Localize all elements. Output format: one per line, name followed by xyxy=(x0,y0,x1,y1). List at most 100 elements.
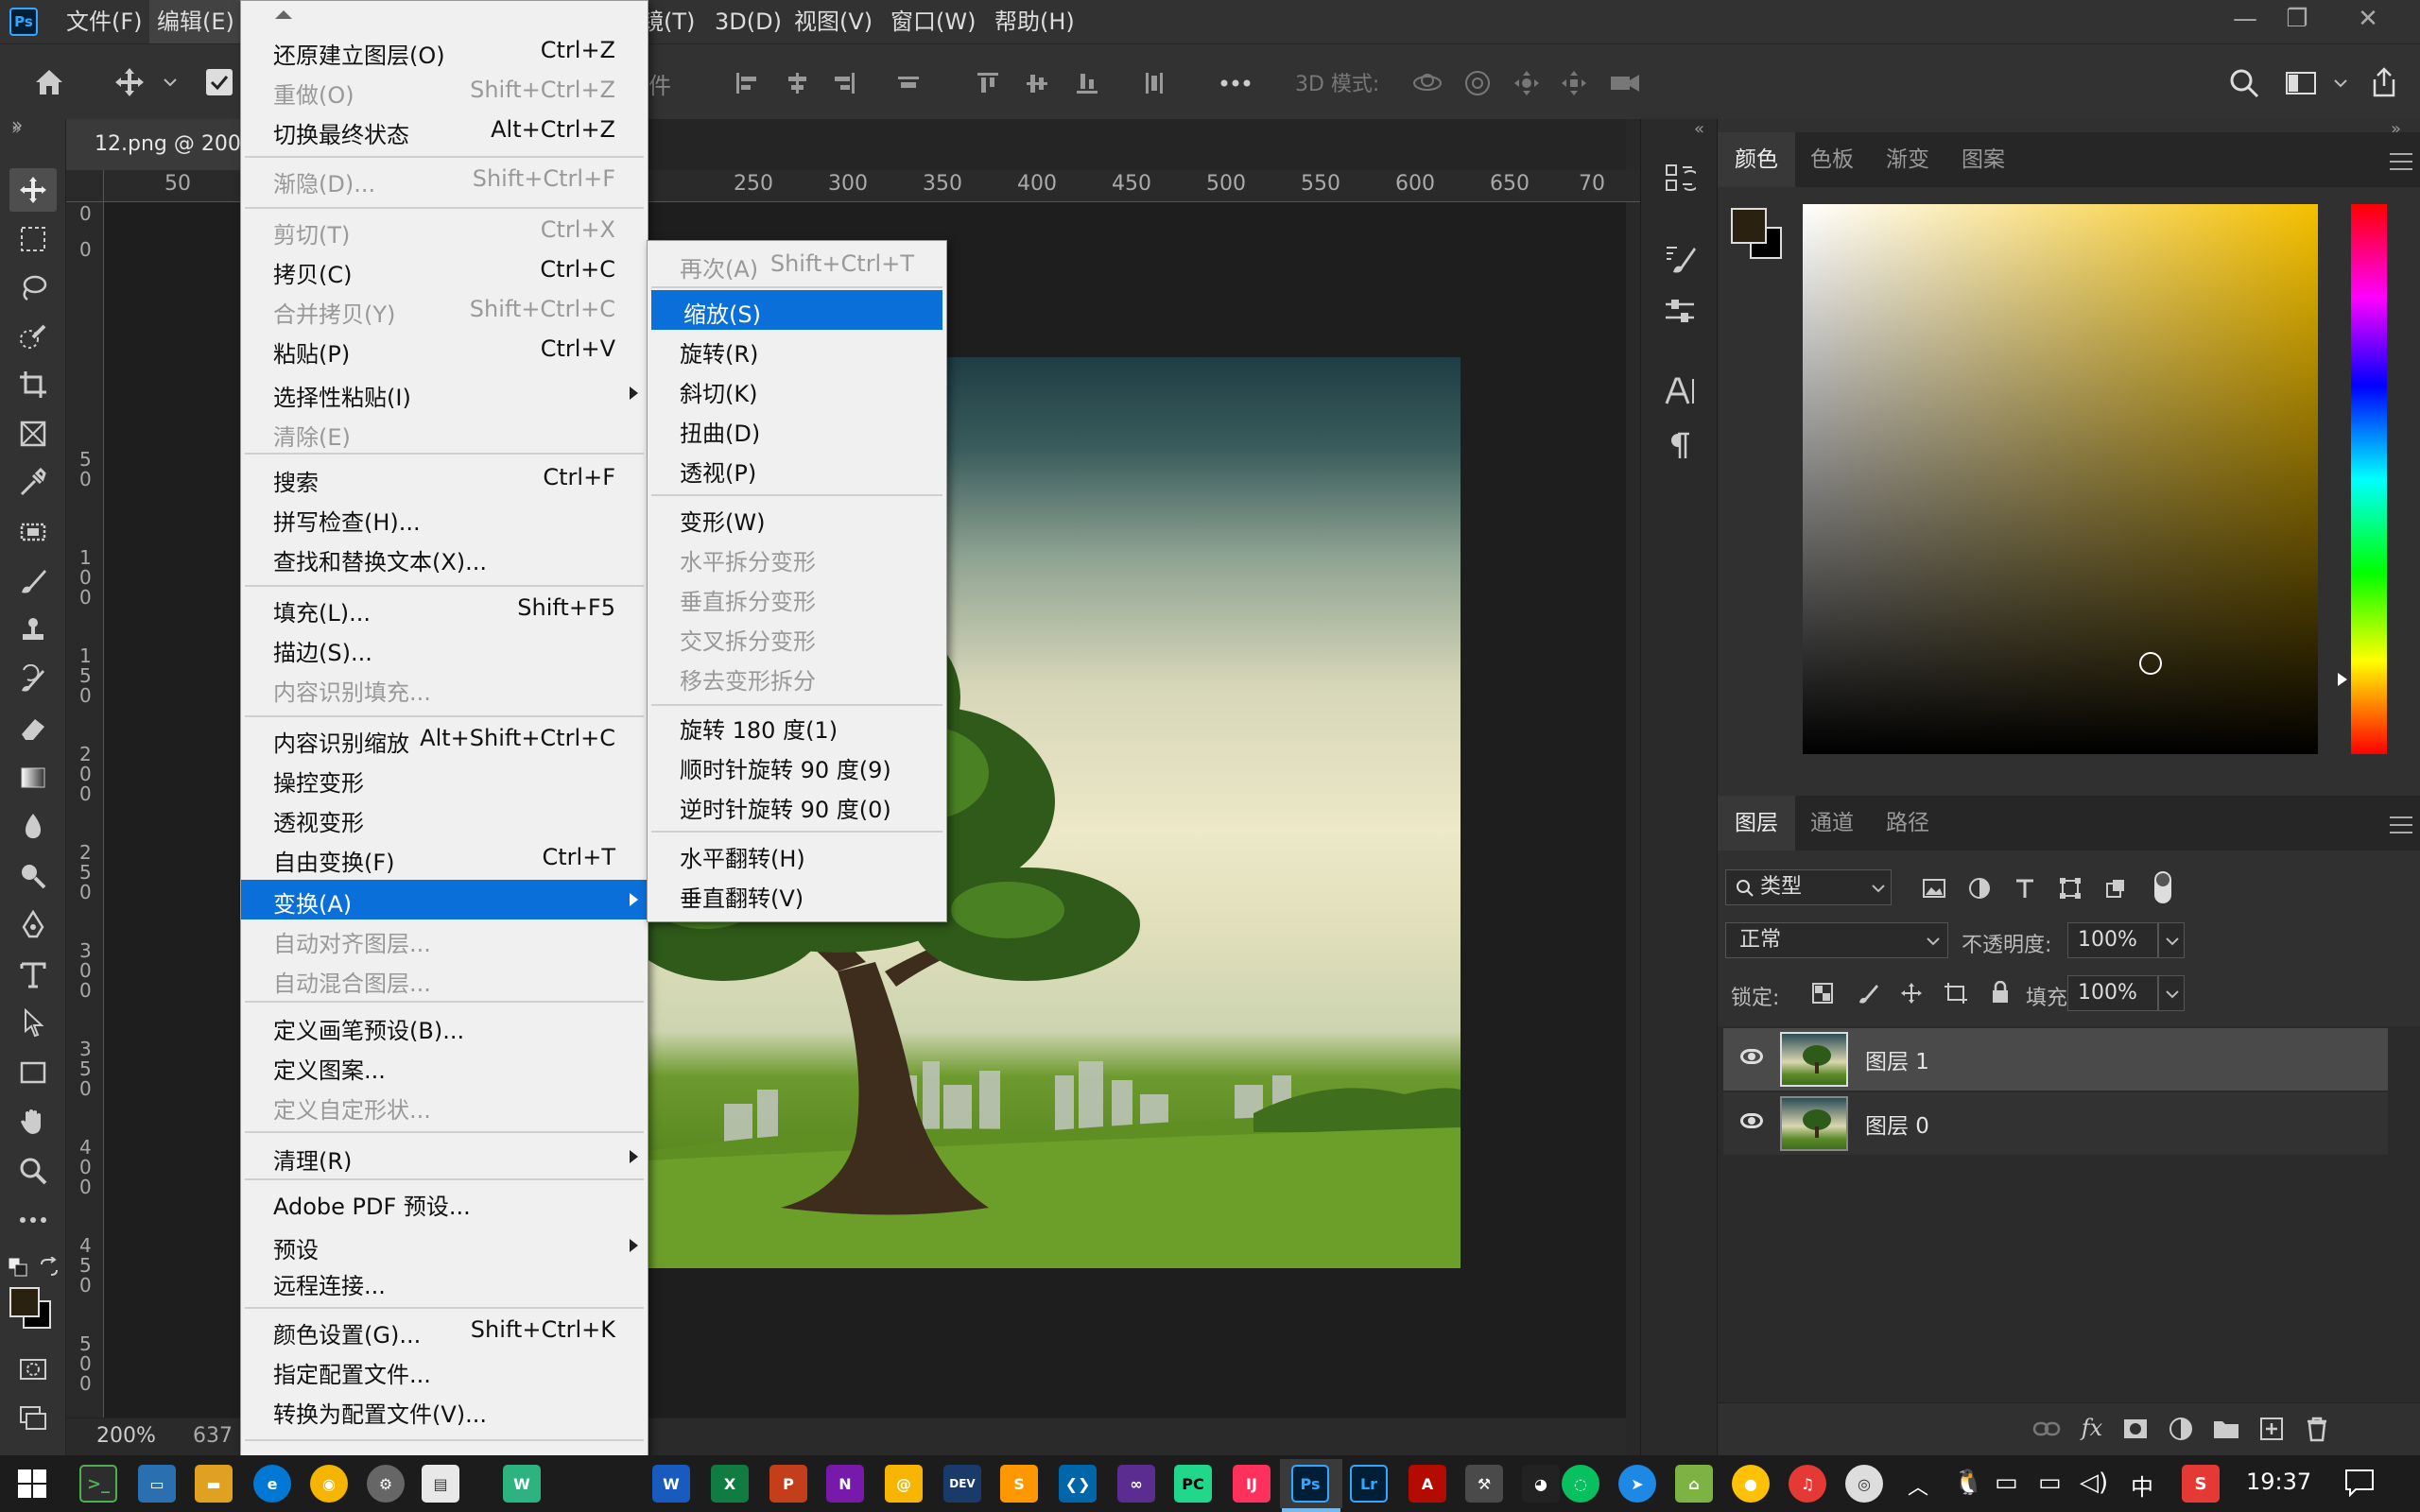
hue-slider-marker[interactable] xyxy=(2338,673,2347,686)
paragraph-panel-icon[interactable] xyxy=(1658,423,1702,467)
brush-tool-icon[interactable] xyxy=(9,559,57,603)
tab-swatches[interactable]: 色板 xyxy=(1793,132,1871,187)
layer-filter-select[interactable]: 类型 xyxy=(1725,869,1892,905)
home-icon[interactable] xyxy=(28,61,70,103)
frame-tool-icon[interactable] xyxy=(9,412,57,455)
more-tools-icon[interactable] xyxy=(9,1198,57,1242)
file-explorer-icon[interactable]: ▬ xyxy=(195,1465,233,1503)
layer-name[interactable]: 图层 1 xyxy=(1865,1043,1929,1075)
ime-indicator[interactable]: 中 xyxy=(2131,1469,2153,1502)
edit-menu-item[interactable]: 定义自定形状... xyxy=(241,1086,648,1125)
app-w-icon[interactable]: W xyxy=(503,1465,541,1503)
excel-icon[interactable]: X xyxy=(711,1465,749,1503)
app-tool-icon[interactable]: ⚒ xyxy=(1465,1465,1503,1503)
edit-menu-item[interactable]: 内容识别填充... xyxy=(241,668,648,708)
powerpoint-icon[interactable]: P xyxy=(769,1465,807,1503)
tray-qq-icon[interactable]: 🐧 xyxy=(1953,1469,1983,1497)
pycharm-icon[interactable]: PC xyxy=(1174,1465,1212,1503)
edit-menu-item[interactable]: 远程连接... xyxy=(241,1262,648,1301)
edit-menu-item[interactable]: 颜色设置(G)... Shift+Ctrl+K xyxy=(241,1311,648,1350)
type-tool-icon[interactable] xyxy=(9,953,57,996)
edit-menu-item[interactable]: 自动对齐图层... xyxy=(241,919,648,959)
align-center-h-icon[interactable] xyxy=(783,69,811,97)
transform-menu-item[interactable]: 变形(W) xyxy=(648,498,946,538)
word-icon[interactable]: W xyxy=(652,1465,690,1503)
transform-menu-item[interactable]: 水平拆分变形 xyxy=(648,538,946,577)
layer-row-0[interactable]: 图层 0 xyxy=(1723,1092,2388,1155)
foreground-color-swatch[interactable] xyxy=(9,1287,40,1317)
zoom-tool-icon[interactable] xyxy=(9,1149,57,1193)
edit-menu-item[interactable]: Adobe PDF 预设... xyxy=(241,1182,648,1222)
visual-studio-icon[interactable]: ∞ xyxy=(1117,1465,1155,1503)
transform-menu-item[interactable]: 垂直翻转(V) xyxy=(648,874,946,914)
photoshop-taskbar-icon[interactable]: Ps xyxy=(1291,1465,1329,1503)
edit-menu-item[interactable]: 透视变形 xyxy=(241,799,648,838)
edit-menu-item[interactable]: 选择性粘贴(I) xyxy=(241,373,648,413)
chrome-icon[interactable]: ◉ xyxy=(310,1465,348,1503)
clone-stamp-tool-icon[interactable] xyxy=(9,609,57,652)
bird-app-icon[interactable]: ➤ xyxy=(1618,1465,1656,1503)
more-options-icon[interactable] xyxy=(1219,69,1252,97)
share-icon[interactable] xyxy=(2365,63,2403,101)
intellij-icon[interactable]: IJ xyxy=(1233,1465,1270,1503)
volume-icon[interactable]: ◁) xyxy=(2080,1469,2108,1497)
healing-brush-tool-icon[interactable] xyxy=(9,510,57,554)
new-group-icon[interactable] xyxy=(2211,1415,2241,1443)
edit-menu-item[interactable]: 变换(A) xyxy=(241,880,648,919)
move-tool-icon[interactable] xyxy=(9,168,57,212)
pen-tool-icon[interactable] xyxy=(9,903,57,947)
link-layers-icon[interactable] xyxy=(2031,1415,2062,1443)
filter-type-icon[interactable] xyxy=(2011,875,2039,902)
filter-smart-object-icon[interactable] xyxy=(2101,875,2130,902)
foreground-color-swatch[interactable] xyxy=(1731,208,1767,244)
netease-music-icon[interactable]: ♫ xyxy=(1789,1465,1826,1503)
visibility-eye-icon[interactable] xyxy=(1740,1049,1763,1064)
dodge-tool-icon[interactable] xyxy=(9,854,57,898)
zoom-level[interactable]: 200% xyxy=(96,1424,156,1448)
hand-tool-icon[interactable] xyxy=(9,1100,57,1143)
align-left-icon[interactable] xyxy=(733,69,761,97)
restore-button[interactable]: ❐ xyxy=(2264,0,2330,38)
new-layer-icon[interactable] xyxy=(2256,1415,2287,1443)
battery-icon[interactable]: ▭ xyxy=(1995,1469,2018,1497)
edit-menu-item[interactable]: 指定配置文件... xyxy=(241,1350,648,1390)
align-middle-v-icon[interactable] xyxy=(1023,69,1051,97)
adjustment-layer-icon[interactable] xyxy=(2166,1415,2196,1443)
panel-menu-icon[interactable] xyxy=(2390,153,2412,170)
visibility-eye-icon[interactable] xyxy=(1740,1113,1763,1128)
menu-view[interactable]: 视图(V) xyxy=(786,0,880,43)
chevron-down-icon[interactable] xyxy=(161,71,180,94)
transform-menu-item[interactable]: 缩放(S) xyxy=(651,290,942,330)
edit-menu-item[interactable]: 自动混合图层... xyxy=(241,959,648,999)
sogou-ime-icon[interactable]: S xyxy=(2182,1465,2220,1503)
edit-menu-item[interactable]: 清除(E) xyxy=(241,413,648,453)
gradient-tool-icon[interactable] xyxy=(9,756,57,799)
transform-menu-item[interactable]: 垂直拆分变形 xyxy=(648,577,946,617)
lasso-tool-icon[interactable] xyxy=(9,266,57,310)
edit-menu-item[interactable]: 拼写检查(H)... xyxy=(241,498,648,538)
edit-menu-item[interactable]: 还原建立图层(O) Ctrl+Z xyxy=(241,31,648,71)
vscode-icon[interactable]: ❮❯ xyxy=(1059,1465,1097,1503)
brush-settings-icon[interactable] xyxy=(1658,236,1702,280)
acrobat-icon[interactable]: A xyxy=(1409,1465,1446,1503)
distribute-icon[interactable] xyxy=(894,69,923,97)
transform-menu-item[interactable]: 再次(A) Shift+Ctrl+T xyxy=(648,245,946,284)
menu-window[interactable]: 窗口(W) xyxy=(883,0,983,43)
edit-menu-item[interactable]: 操控变形 xyxy=(241,759,648,799)
opacity-dropdown[interactable] xyxy=(2158,922,2185,958)
edit-menu-item[interactable]: 清理(R) xyxy=(241,1137,648,1177)
transform-menu-item[interactable]: 水平翻转(H) xyxy=(648,834,946,874)
network-icon[interactable]: ▭ xyxy=(2038,1469,2062,1497)
crop-tool-icon[interactable] xyxy=(9,363,57,406)
quick-mask-icon[interactable] xyxy=(9,1348,57,1391)
quick-select-tool-icon[interactable] xyxy=(9,316,57,359)
filter-toggle[interactable] xyxy=(2154,871,2171,903)
edit-menu-item[interactable]: 合并拷贝(Y) Shift+Ctrl+C xyxy=(241,290,648,330)
sublime-icon[interactable]: S xyxy=(1000,1465,1038,1503)
eraser-tool-icon[interactable] xyxy=(9,707,57,750)
tab-color[interactable]: 颜色 xyxy=(1718,132,1795,187)
tab-layers[interactable]: 图层 xyxy=(1718,796,1795,850)
transform-menu-item[interactable]: 扭曲(D) xyxy=(648,409,946,449)
3d-roll-icon[interactable] xyxy=(1461,67,1494,99)
layer-name[interactable]: 图层 0 xyxy=(1865,1108,1929,1140)
